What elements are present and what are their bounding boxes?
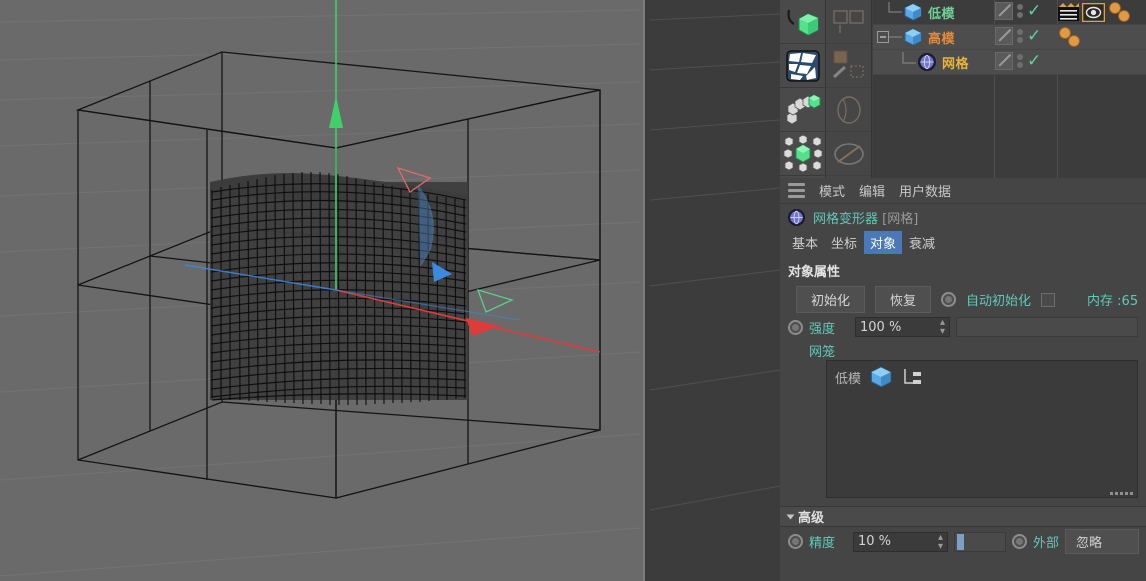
strength-anim-dot[interactable]	[788, 319, 803, 335]
visibility-dots-icon[interactable]	[1017, 4, 1023, 18]
object-row-flags[interactable]: ✓	[995, 27, 1041, 45]
modeling-toolbar-right[interactable]	[826, 0, 872, 178]
tool-icon-3[interactable]	[826, 88, 872, 132]
auto-init-label: 自动初始化	[966, 294, 1032, 309]
enabled-check-icon[interactable]: ✓	[1027, 27, 1041, 45]
attribute-manager-menubar[interactable]: 模式 编辑 用户数据	[780, 178, 1146, 204]
init-row: 初始化 恢复 自动初始化 内存 :65	[780, 284, 1146, 315]
viewport-scene	[0, 0, 780, 577]
cube-icon	[904, 28, 922, 46]
object-row-lowpoly[interactable]: 低模 ✓	[873, 0, 1146, 25]
eye-tag[interactable]	[1082, 2, 1105, 22]
tab-falloff[interactable]: 衰减	[903, 231, 941, 254]
cube-icon	[904, 3, 922, 21]
strength-input[interactable]: 100 % ▴ ▾	[855, 317, 950, 337]
tab-object[interactable]: 对象	[864, 231, 903, 254]
cube-chain-icon[interactable]	[780, 88, 826, 132]
external-select[interactable]: 忽略	[1065, 529, 1140, 554]
enabled-check-icon[interactable]: ✓	[1027, 2, 1041, 20]
cage-label: 网笼	[809, 345, 836, 360]
visibility-dots-icon[interactable]	[1017, 29, 1023, 43]
layer-flag-icon[interactable]	[995, 52, 1013, 70]
initialize-button[interactable]: 初始化	[796, 286, 866, 313]
modeling-toolbar-left[interactable]	[780, 0, 826, 178]
cube-icon	[870, 366, 892, 388]
strength-slider[interactable]	[956, 317, 1138, 337]
tab-basic[interactable]: 基本	[786, 231, 824, 254]
cage-item-label: 低模	[835, 371, 862, 387]
object-row-label: 低模	[928, 6, 956, 22]
sphere-tag-pair[interactable]	[1058, 27, 1082, 47]
page-title: 网格变形器	[813, 212, 879, 227]
restore-button[interactable]: 恢复	[875, 286, 932, 313]
accuracy-label: 精度	[809, 536, 836, 551]
menu-item-mode[interactable]: 模式	[819, 181, 845, 200]
object-row-label: 网格	[942, 56, 970, 72]
memory-readout: 内存 :65	[1087, 294, 1139, 309]
accuracy-slider[interactable]	[954, 531, 1006, 552]
accuracy-slider-knob[interactable]	[957, 533, 964, 550]
attribute-manager-title-bar: 网格变形器 [网格]	[780, 204, 1146, 231]
hierarchy-link-icon[interactable]	[901, 367, 923, 387]
film-strip-tag[interactable]	[1058, 2, 1079, 22]
cube-cluster-icon[interactable]	[780, 132, 826, 176]
uv-polygon-icon[interactable]	[780, 44, 826, 88]
object-row-flags[interactable]: ✓	[995, 52, 1041, 70]
resize-grip-icon[interactable]	[1110, 492, 1133, 495]
external-anim-dot[interactable]	[1012, 534, 1027, 549]
hamburger-menu-icon[interactable]	[788, 183, 805, 198]
strength-row: 强度 100 % ▴ ▾	[780, 315, 1146, 339]
mesh-deformer-icon	[918, 53, 936, 71]
accuracy-value: 10 %	[858, 534, 892, 549]
magnet-cube-icon[interactable]	[780, 0, 826, 44]
expander-collapse-icon[interactable]	[877, 31, 889, 43]
object-row-label: 高模	[928, 31, 956, 47]
accuracy-input[interactable]: 10 % ▴ ▾	[853, 531, 948, 552]
enabled-check-icon[interactable]: ✓	[1027, 52, 1041, 70]
accuracy-row: 精度 10 % ▴ ▾ 外部 忽略	[780, 527, 1146, 556]
object-properties-heading: 对象属性	[788, 265, 841, 280]
layer-flag-icon[interactable]	[995, 27, 1013, 45]
mesh-deformer-icon	[787, 208, 806, 227]
tool-icon-4[interactable]	[826, 132, 872, 176]
tab-coord[interactable]: 坐标	[825, 231, 863, 254]
c4d-application-window: 低模 ✓ 高模 ✓ 网格 ✓ 模式 编辑 用户数据 网格变形器 [网格] 基本 …	[0, 0, 1146, 581]
object-row-flags[interactable]: ✓	[995, 2, 1041, 20]
attribute-manager: 模式 编辑 用户数据 网格变形器 [网格] 基本 坐标 对象 衰减 对象属性 初…	[780, 178, 1146, 581]
advanced-section-header[interactable]: 高级	[780, 506, 1146, 527]
tool-icon-2[interactable]	[826, 44, 872, 88]
object-row-tags[interactable]	[1058, 2, 1132, 22]
menu-item-userdata[interactable]: 用户数据	[899, 181, 951, 200]
visibility-dots-icon[interactable]	[1017, 54, 1023, 68]
cage-list-item[interactable]: 低模	[827, 361, 1137, 388]
chevron-down-icon[interactable]	[786, 514, 795, 519]
object-row-mesh-deformer[interactable]: 网格 ✓	[873, 50, 1146, 75]
object-row-tags[interactable]	[1058, 27, 1082, 47]
layer-flag-icon[interactable]	[995, 2, 1013, 20]
strength-label: 强度	[809, 321, 836, 337]
cage-row: 网笼	[780, 339, 1146, 360]
page-title-target: [网格]	[882, 212, 919, 227]
accuracy-anim-dot[interactable]	[788, 534, 803, 549]
tool-icon-1[interactable]	[826, 0, 872, 44]
tree-line-icon	[889, 36, 902, 38]
right-panel-stack: 低模 ✓ 高模 ✓ 网格 ✓ 模式 编辑 用户数据 网格变形器 [网格] 基本 …	[780, 0, 1146, 581]
auto-init-anim-dot[interactable]	[941, 292, 957, 307]
external-label: 外部	[1033, 536, 1060, 551]
tree-line-icon	[888, 2, 902, 13]
stepper-arrows-icon[interactable]: ▴ ▾	[938, 532, 943, 551]
perspective-viewport[interactable]	[0, 0, 780, 581]
advanced-section-title: 高级	[798, 511, 825, 526]
object-manager[interactable]: 低模 ✓ 高模 ✓ 网格 ✓	[873, 0, 1146, 178]
strength-value: 100 %	[860, 319, 902, 335]
stepper-arrows-icon[interactable]: ▴ ▾	[940, 318, 945, 337]
cage-list-box[interactable]: 低模	[826, 360, 1138, 498]
attribute-tabs[interactable]: 基本 坐标 对象 衰减	[780, 231, 1146, 254]
menu-item-edit[interactable]: 编辑	[859, 181, 885, 200]
object-row-highpoly[interactable]: 高模 ✓	[873, 25, 1146, 50]
tree-line-icon	[902, 52, 916, 64]
auto-init-checkbox[interactable]	[1041, 292, 1056, 307]
sphere-tag-pair[interactable]	[1108, 2, 1132, 22]
